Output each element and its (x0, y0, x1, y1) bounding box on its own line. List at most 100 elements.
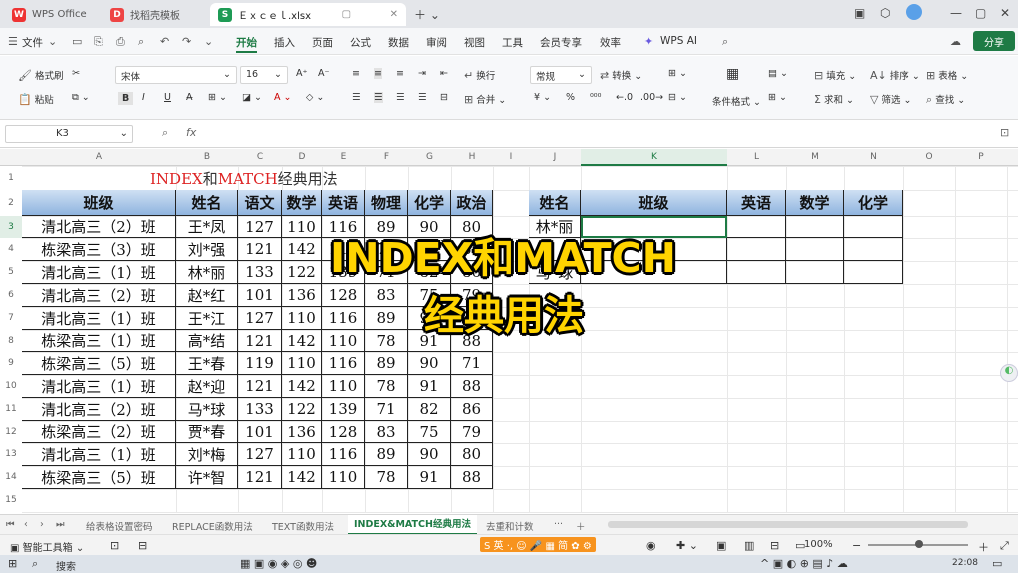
align-left-icon[interactable]: ☰ (352, 92, 361, 103)
menu-page[interactable]: 页面 (312, 35, 333, 50)
column-header-B[interactable]: B (176, 149, 238, 166)
table-cell[interactable]: 栋梁高三（3）班 (22, 238, 176, 261)
column-header-A[interactable]: A (22, 149, 176, 166)
clear-format-icon[interactable]: ◇ ⌄ (306, 92, 324, 103)
sheet-tab-password[interactable]: 给表格设置密码 (86, 519, 153, 533)
maximize-icon[interactable]: ▢ (975, 6, 986, 20)
filter-button[interactable]: ▽ 筛选 ⌄ (870, 92, 912, 106)
row-header-9[interactable]: 9 (0, 352, 22, 375)
preview-icon[interactable]: ⌕ (138, 35, 144, 49)
table-cell[interactable]: 121 (238, 330, 282, 352)
table-cell[interactable]: 清北高三（1）班 (22, 261, 176, 284)
formula-input[interactable] (212, 126, 982, 142)
bold-icon[interactable]: B (118, 92, 134, 105)
table-header-cell[interactable]: 物理 (365, 190, 408, 216)
table-cell[interactable]: 127 (238, 443, 282, 466)
close-icon[interactable]: ✕ (390, 9, 398, 20)
table-cell[interactable]: 78 (365, 375, 408, 398)
table-cell[interactable]: 赵*迎 (176, 375, 238, 398)
table-cell[interactable]: 133 (238, 398, 282, 421)
share-button[interactable]: 分享 (973, 31, 1015, 51)
table-cell[interactable]: 133 (238, 261, 282, 284)
fx-icon[interactable]: fx (186, 126, 196, 139)
table-cell[interactable]: 90 (408, 443, 451, 466)
row-header-3[interactable]: 3 (0, 216, 22, 238)
table-cell[interactable]: 128 (322, 284, 365, 307)
sheet-button[interactable]: ⊞ 表格 ⌄ (926, 68, 968, 82)
table-cell[interactable]: 91 (408, 466, 451, 489)
horizontal-scrollbar[interactable] (608, 521, 968, 528)
decrease-decimal-icon[interactable]: .00→ (640, 92, 663, 103)
table-header-cell[interactable]: 政治 (451, 190, 493, 216)
lookup-header-cell[interactable]: 数学 (786, 190, 844, 216)
tab-excel-file[interactable]: S Ｅｘｃｅｌ.xlsx ▢ ✕ (210, 3, 406, 26)
lookup-result-cell[interactable] (786, 216, 844, 238)
table-cell[interactable]: 116 (322, 352, 365, 375)
zoom-out-icon[interactable]: − (852, 539, 861, 552)
table-cell[interactable]: 122 (282, 261, 322, 284)
lookup-header-cell[interactable]: 姓名 (529, 190, 581, 216)
row-header-6[interactable]: 6 (0, 284, 22, 307)
table-cell[interactable]: 116 (322, 307, 365, 330)
lookup-result-cell[interactable] (844, 261, 903, 284)
sheet-tab-index-match[interactable]: INDEX&MATCH经典用法 (348, 515, 477, 535)
table-cell[interactable]: 110 (322, 375, 365, 398)
split-view-icon[interactable]: ⊟ (770, 539, 779, 552)
row-header-11[interactable]: 11 (0, 398, 22, 421)
align-bottom-icon[interactable]: ≡ (396, 68, 404, 79)
table-cell[interactable]: 王*凤 (176, 216, 238, 238)
table-cell[interactable]: 142 (282, 375, 322, 398)
cloud-icon[interactable]: ☁ (950, 35, 961, 48)
table-cell[interactable]: 136 (282, 421, 322, 443)
table-cell[interactable]: 王*春 (176, 352, 238, 375)
prev-sheet-icon[interactable]: ‹ (24, 519, 28, 530)
menu-view[interactable]: 视图 (464, 35, 485, 50)
table-header-cell[interactable]: 班级 (22, 190, 176, 216)
next-sheet-icon[interactable]: › (40, 519, 44, 530)
row-header-13[interactable]: 13 (0, 443, 22, 466)
increase-decimal-icon[interactable]: ←.0 (616, 92, 633, 103)
table-cell[interactable]: 122 (282, 398, 322, 421)
table-cell[interactable]: 78 (365, 466, 408, 489)
add-sheet-icon[interactable]: ＋ (576, 519, 586, 533)
save-icon[interactable]: ▭ (72, 35, 82, 48)
table-header-cell[interactable]: 数学 (282, 190, 322, 216)
copy-icon[interactable]: ⧉ ⌄ (72, 92, 90, 103)
table-cell[interactable]: 栋梁高三（5）班 (22, 352, 176, 375)
table-cell[interactable]: 90 (408, 352, 451, 375)
cut-icon[interactable]: ✂ (72, 68, 80, 79)
table-cell[interactable]: 83 (365, 421, 408, 443)
menu-review[interactable]: 审阅 (426, 35, 447, 50)
column-header-E[interactable]: E (322, 149, 365, 166)
search-icon[interactable]: ⌕ (722, 35, 728, 49)
page-view-icon[interactable]: ▥ (744, 539, 754, 552)
thousands-icon[interactable]: ⁰⁰⁰ (590, 92, 601, 103)
paste-button[interactable]: 📋 粘贴 (18, 92, 54, 106)
justify-icon[interactable]: ☰ (418, 92, 427, 103)
lookup-result-cell[interactable] (727, 238, 786, 261)
font-shrink-icon[interactable]: A⁻ (318, 68, 330, 79)
table-cell[interactable]: 119 (238, 352, 282, 375)
table-cell[interactable]: 88 (451, 375, 493, 398)
notification-icon[interactable]: ▭ (992, 557, 1002, 570)
column-header-D[interactable]: D (282, 149, 322, 166)
column-header-N[interactable]: N (844, 149, 903, 166)
table-cell[interactable]: 75 (408, 421, 451, 443)
row-header-14[interactable]: 14 (0, 466, 22, 489)
column-header-O[interactable]: O (903, 149, 955, 166)
avatar[interactable] (906, 4, 922, 20)
name-box[interactable]: K3 ⌄ (5, 125, 133, 143)
column-header-J[interactable]: J (529, 149, 581, 166)
font-name-select[interactable]: 宋体 ⌄ (115, 66, 237, 84)
table-cell[interactable]: 80 (451, 443, 493, 466)
menu-insert[interactable]: 插入 (274, 35, 295, 50)
column-header-M[interactable]: M (786, 149, 844, 166)
align-top-icon[interactable]: ≡ (352, 68, 360, 79)
underline-icon[interactable]: U (164, 92, 171, 103)
font-size-select[interactable]: 16 ⌄ (240, 66, 288, 84)
number-format-select[interactable]: 常规 ⌄ (530, 66, 592, 84)
table-cell[interactable]: 79 (451, 421, 493, 443)
column-header-I[interactable]: I (493, 149, 529, 166)
table-cell[interactable]: 栋梁高三（1）班 (22, 330, 176, 352)
search-icon[interactable]: ⌕ (32, 557, 38, 571)
